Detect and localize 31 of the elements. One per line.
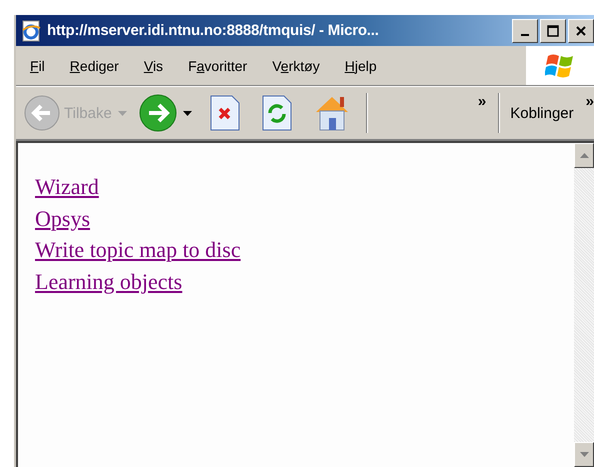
menu-item[interactable]: Favoritter <box>174 58 258 74</box>
windows-logo-icon <box>545 52 575 80</box>
close-button[interactable] <box>568 18 594 42</box>
menu-item[interactable]: Rediger <box>56 58 130 74</box>
scroll-up-button[interactable] <box>574 143 594 168</box>
refresh-icon[interactable] <box>262 95 292 131</box>
maximize-icon <box>547 24 559 36</box>
page-link[interactable]: Opsys <box>35 202 90 234</box>
page-link[interactable]: Write topic map to disc <box>35 234 241 266</box>
minimize-icon <box>521 34 529 36</box>
stop-icon[interactable] <box>210 95 240 131</box>
toolbar-overflow-button[interactable]: » <box>478 93 486 110</box>
up-arrow-icon <box>580 153 588 158</box>
scroll-down-button[interactable] <box>574 442 594 467</box>
links-label[interactable]: Koblinger <box>510 104 574 122</box>
maximize-button[interactable] <box>540 18 566 42</box>
links-overflow-button[interactable]: » <box>586 93 594 110</box>
window-title: http://mserver.idi.ntnu.no:8888/tmquis/ - Micro... <box>47 22 379 39</box>
page-link[interactable]: Wizard <box>35 171 99 202</box>
down-arrow-icon <box>580 452 588 457</box>
close-icon <box>575 24 587 36</box>
menu-item[interactable]: Verktøy <box>258 58 331 74</box>
forward-button[interactable] <box>138 94 177 132</box>
menu-item[interactable]: Fil <box>16 58 56 74</box>
menu-item[interactable]: Vis <box>130 58 174 74</box>
scrollbar[interactable] <box>574 143 594 467</box>
browser-icon <box>20 20 42 42</box>
minimize-button[interactable] <box>512 18 538 42</box>
dropdown-caret-icon[interactable] <box>182 110 192 116</box>
page-link[interactable]: Learning objects <box>35 266 182 297</box>
menu-item[interactable]: Hjelp <box>330 58 388 74</box>
